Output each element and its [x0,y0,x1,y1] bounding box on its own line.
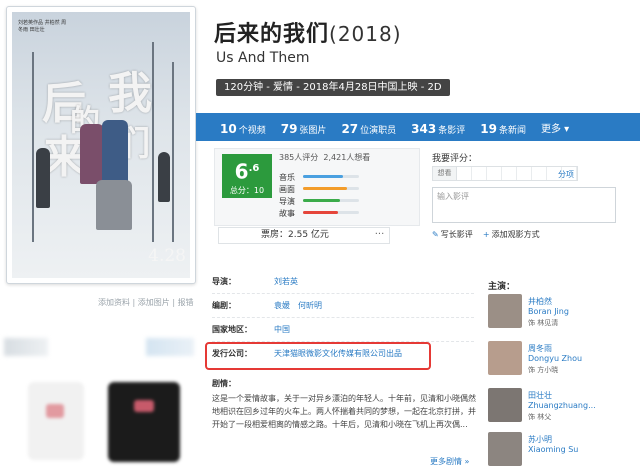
write-review-link[interactable]: ✎ 写长影评 [432,230,473,239]
plot-summary: 这是一个爱情故事，关于一对异乡漂泊的年轻人。十年前，见清和小晓偶然地相识在回乡过… [212,394,476,429]
report-error-link[interactable]: 报错 [178,298,194,307]
avatar[interactable] [488,294,522,328]
stat-news[interactable]: 19 条新闻 [480,118,526,137]
movie-title: 后来的我们 [214,22,330,47]
poster-credits: 刘若英作品 井柏然 周冬雨 田壮壮 [18,20,67,33]
poster-title-char: 我 [108,68,152,119]
avatar[interactable] [488,388,522,422]
star-slot[interactable] [487,167,502,180]
caret-down-icon: ▾ [564,123,570,135]
cast-member[interactable]: 周冬雨 Dongyu Zhou 饰 方小晓 [488,341,628,381]
more-button[interactable]: ··· [370,227,390,244]
info-row-writer: 编剧： 袁媛 何昕明 [212,294,474,318]
score-value: 6 [234,159,249,184]
merch-tshirt-black[interactable] [108,382,180,462]
avatar[interactable] [488,432,522,466]
movie-english-title: Us And Them [216,50,310,66]
star-slot[interactable] [472,167,487,180]
poster-tree [32,52,34,242]
blurred-label [4,338,48,356]
writer-link[interactable]: 袁媛 [274,301,290,310]
star-slot[interactable] [457,167,472,180]
info-row-country: 国家地区： 中国 [212,318,474,342]
score-decimal: .6 [248,163,260,174]
poster-figure [158,152,170,202]
stat-images[interactable]: 79 张图片 [281,118,327,137]
poster-figure [36,148,50,208]
stat-reviews[interactable]: 343 条影评 [411,118,465,137]
aspect-direction: 导演 [279,196,369,207]
rating-count: 385人评分 2,421人想看 [279,152,370,163]
poster-tree [172,62,174,242]
cast-member[interactable]: 井柏然 Boran Jing 饰 林见清 [488,294,628,334]
my-rating-label: 我要评分： [432,154,478,164]
cast-title: 主演： [488,282,516,292]
add-image-link[interactable]: 添加图片 [138,298,170,307]
poster-date: 4.28 [148,246,186,266]
my-rating-stars[interactable]: 想看 [432,166,578,181]
pencil-icon: ✎ [432,230,439,239]
cast-member[interactable]: 苏小明 Xiaoming Su [488,432,628,468]
aspect-story: 故事 [279,208,369,219]
aspect-music: 音乐 [279,172,369,183]
avatar[interactable] [488,341,522,375]
poster-tree [152,42,154,242]
info-row-director: 导演： 刘若英 [212,270,474,294]
country-link[interactable]: 中国 [274,325,290,334]
poster-figure [80,124,104,184]
stat-videos[interactable]: 10 个视频 [220,118,266,137]
detailed-score-link[interactable]: 分项 [558,169,574,180]
plus-icon: + [482,230,490,239]
plot-label: 剧情： [212,379,236,388]
more-plot-link[interactable]: 更多剧情 » [430,456,469,467]
poster-links: 添加资料 | 添加图片 | 报错 [98,298,194,307]
raters-count: 385人评分 [279,153,319,162]
poster-figure [102,120,128,186]
score-box: 6.6 总分：10 [222,154,272,198]
add-viewing-link[interactable]: + 添加观影方式 [483,230,540,239]
want-count: 2,421人想看 [323,153,371,162]
cast-member[interactable]: 田壮壮 Zhuangzhuang... 饰 林父 [488,388,628,428]
merch-tshirt-white[interactable] [28,382,84,460]
review-links: ✎ 写长影评 + 添加观影方式 [432,229,540,240]
movie-meta-badge: 120分钟 - 爱情 - 2018年4月28日中国上映 - 2D [216,79,450,96]
poster-figure [96,180,132,230]
want-to-see-toggle[interactable]: 想看 [433,167,457,180]
review-input[interactable]: 输入影评 [432,187,616,223]
writer-link[interactable]: 何昕明 [298,301,322,310]
stats-more-dropdown[interactable]: 更多 ▾ [541,120,569,135]
movie-year: (2018) [329,22,402,46]
star-slot[interactable] [532,167,547,180]
aspect-visual: 画面 [279,184,369,195]
page-title: 后来的我们(2018) [214,16,402,48]
score-total: 总分：10 [229,185,265,195]
star-slot[interactable] [502,167,517,180]
add-info-link[interactable]: 添加资料 [98,298,130,307]
blurred-link [146,338,194,356]
box-office: 票房：2.55 亿元 [218,227,390,244]
star-slot[interactable] [517,167,532,180]
movie-poster[interactable]: 刘若英作品 井柏然 周冬雨 田壮壮 后 的 我 来 们 4.28 [12,12,190,278]
director-link[interactable]: 刘若英 [274,277,298,286]
distributor-highlight-box [205,342,431,370]
stats-bar: 10 个视频 79 张图片 27 位演职员 343 条影评 19 条新闻 更多 ▾ [196,113,640,141]
stat-cast-crew[interactable]: 27 位演职员 [341,118,396,137]
